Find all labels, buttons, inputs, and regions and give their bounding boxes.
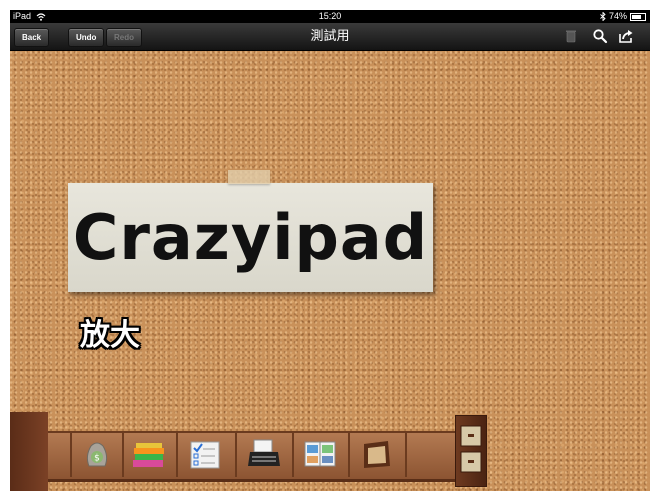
status-bar: iPad 15:20 74% [10,10,650,23]
search-icon[interactable] [592,28,608,44]
typewriter-icon[interactable] [241,431,287,477]
money-bag-icon[interactable]: $ [74,431,120,477]
battery-icon [630,12,646,21]
battery-percent: 74% [608,11,627,21]
shelf-divider [348,431,350,477]
file-cabinet-icon[interactable] [455,415,487,487]
page-title: 測試用 [310,29,350,44]
trash-icon[interactable] [563,28,579,44]
shelf-divider [70,431,72,477]
checklist-icon[interactable] [182,431,228,477]
shelf-divider [176,431,178,477]
caption-text[interactable]: 放大 [80,310,140,354]
bluetooth-icon [600,12,606,21]
tape-strip [228,170,270,184]
shelf-divider [122,431,124,477]
note-text: Crazyipad [72,201,429,274]
status-right: 74% [600,10,646,23]
top-toolbar: Back Undo Redo 測試用 [10,23,650,51]
ipad-screen: iPad 15:20 74% Back Undo Redo 測試用 Crazyi… [10,10,650,491]
books-icon[interactable] [126,431,172,477]
svg-text:$: $ [94,454,100,464]
share-icon[interactable] [618,28,634,44]
picture-frame-icon[interactable] [353,431,399,477]
status-time: 15:20 [318,11,342,21]
shelf-divider [235,431,237,477]
shelf-divider [292,431,294,477]
photo-album-icon[interactable] [297,431,343,477]
shelf-left-end [10,412,48,491]
sticky-note[interactable]: Crazyipad [68,183,433,292]
shelf-divider [405,431,407,477]
